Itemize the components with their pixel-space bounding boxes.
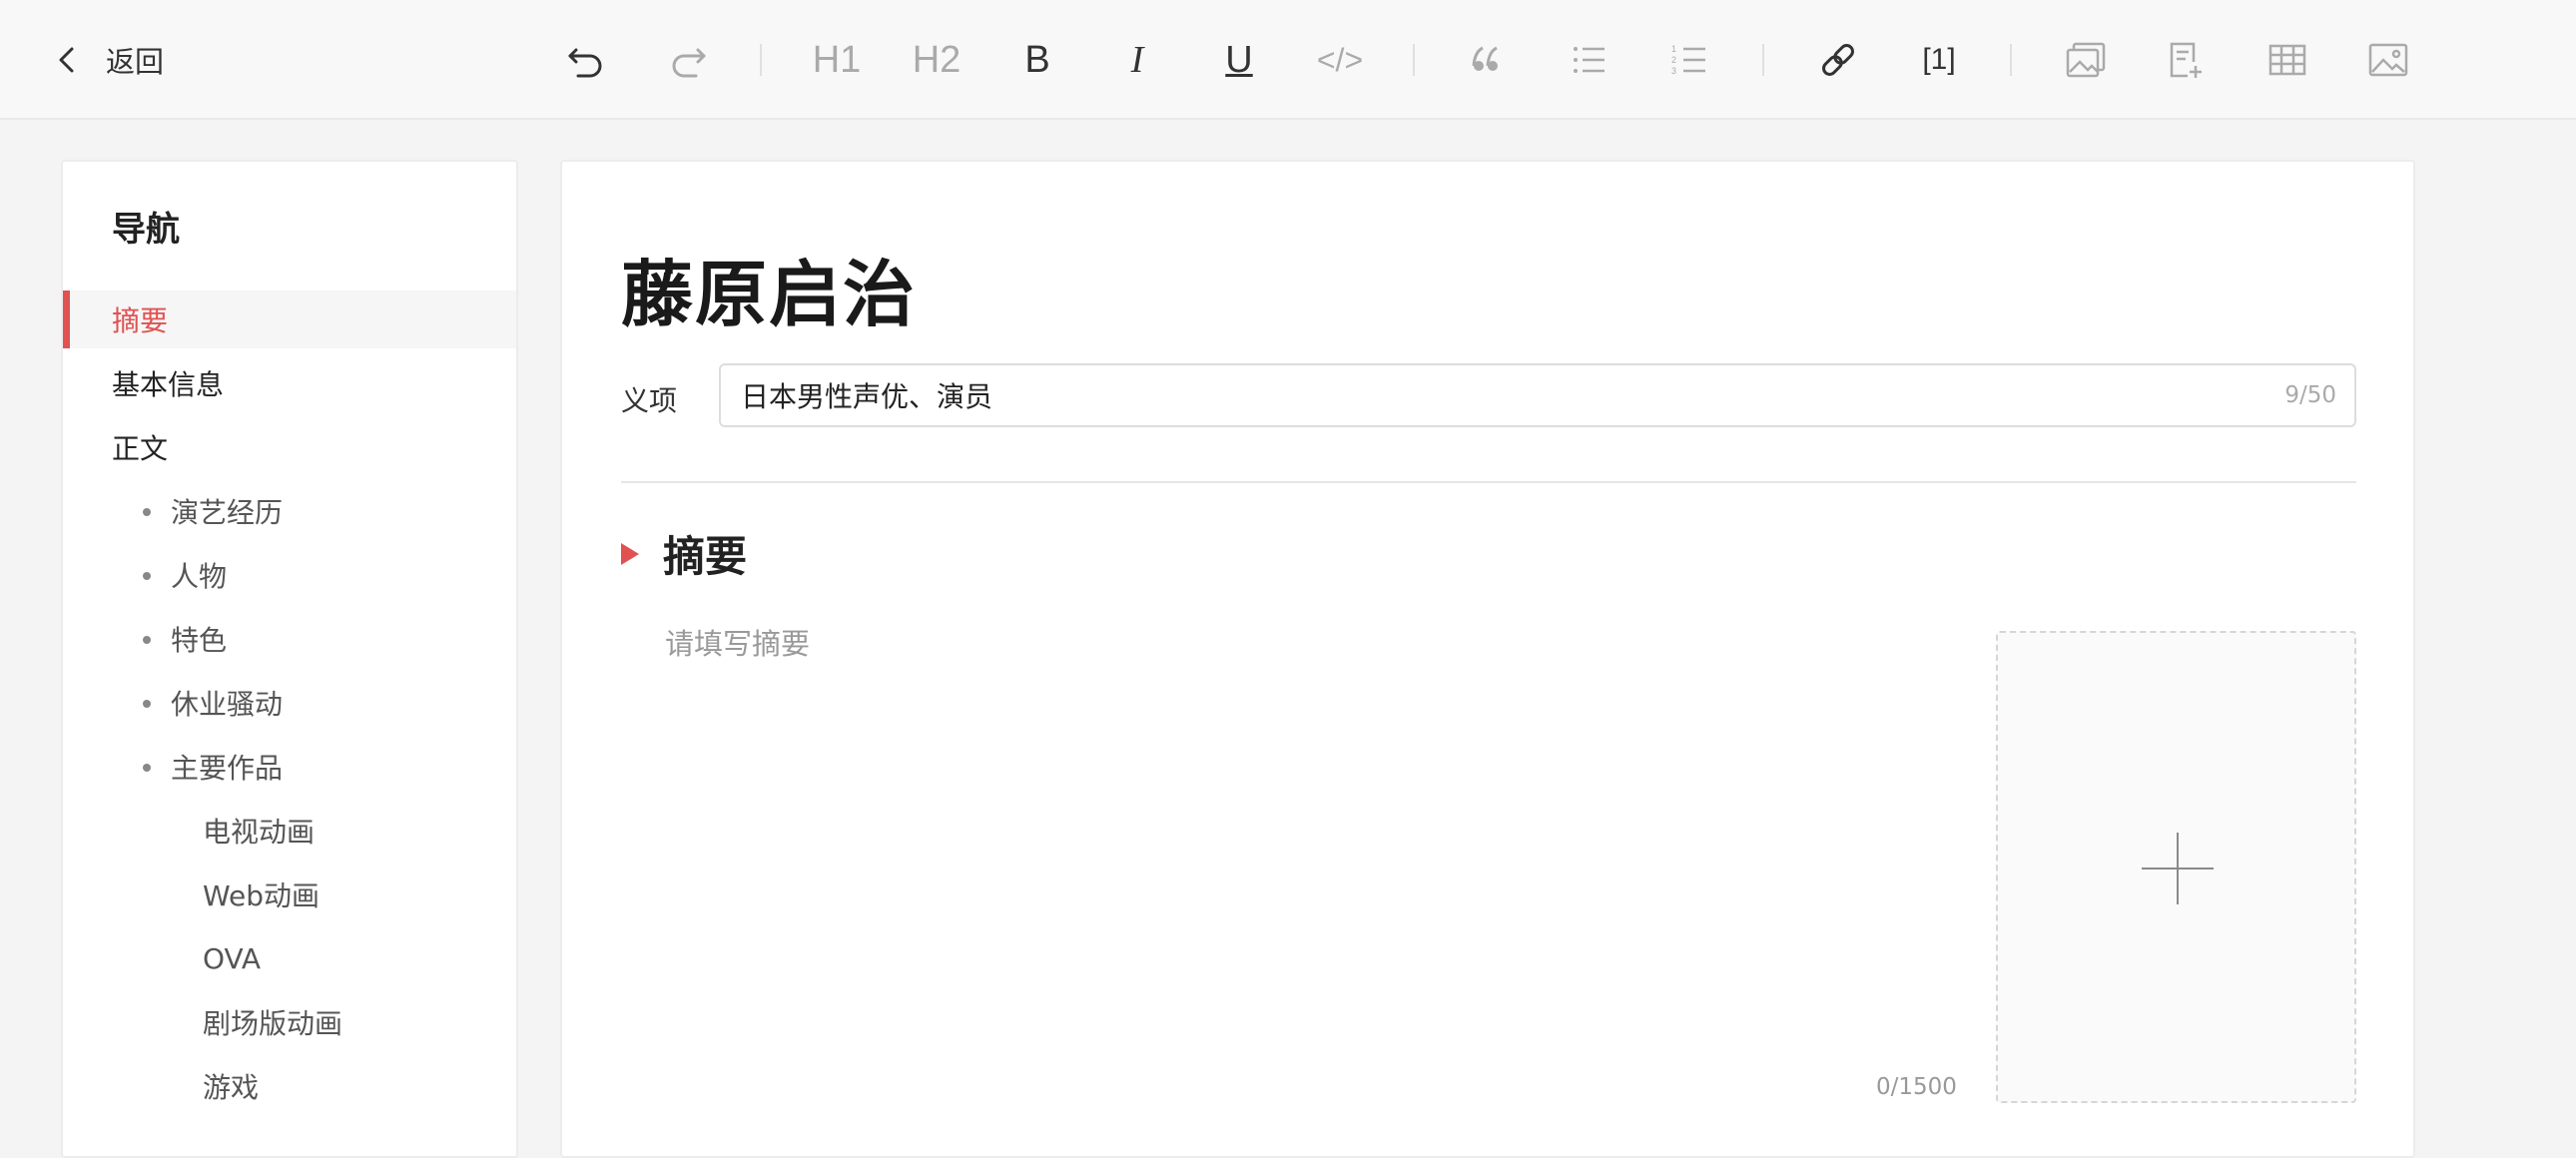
page-title: 藤原启治 [621, 253, 918, 336]
underline-button[interactable]: U [1209, 30, 1269, 90]
sidebar-item-label: Web动画 [203, 879, 321, 912]
quote-button[interactable] [1457, 30, 1517, 90]
back-button[interactable]: 返回 [50, 0, 164, 120]
sidebar-item-summary[interactable]: 摘要 [63, 290, 516, 348]
sidebar-item-career[interactable]: 演艺经历 [63, 482, 516, 540]
summary-heading-label: 摘要 [663, 532, 748, 581]
summary-textarea[interactable] [665, 621, 2003, 1100]
image-icon [2368, 43, 2408, 77]
sidebar-item-label: OVA [203, 941, 262, 975]
toolbar-separator [2010, 44, 2012, 76]
album-icon [2066, 42, 2106, 78]
link-button[interactable] [1808, 30, 1868, 90]
toolbar-separator [760, 44, 762, 76]
sidebar-item-label: 摘要 [112, 304, 169, 337]
footnote-button[interactable]: [1] [1909, 30, 1969, 90]
sense-input[interactable] [741, 365, 2239, 425]
sidebar-item-label: 游戏 [203, 1071, 260, 1104]
footnote-icon: [1] [1922, 43, 1956, 76]
image-upload-box[interactable] [1996, 631, 2356, 1103]
heading1-icon: H1 [812, 38, 862, 81]
svg-text:1: 1 [1671, 44, 1676, 54]
redo-button[interactable] [658, 30, 718, 90]
bold-icon: B [1024, 38, 1050, 81]
code-icon: </> [1316, 41, 1364, 78]
document-add-icon [2170, 42, 2202, 78]
sidebar-item-person[interactable]: 人物 [63, 546, 516, 604]
sidebar-item-works[interactable]: 主要作品 [63, 738, 516, 796]
code-button[interactable]: </> [1310, 30, 1370, 90]
sidebar-item-movie-anime[interactable]: 剧场版动画 [63, 993, 516, 1051]
heading1-button[interactable]: H1 [807, 30, 867, 90]
undo-icon [568, 48, 602, 78]
sidebar-item-label: 基本信息 [112, 368, 225, 401]
bullet-list-button[interactable] [1559, 30, 1618, 90]
sidebar-item-web-anime[interactable]: Web动画 [63, 866, 516, 923]
editor-toolbar: 返回 H1 H2 B I U </> 1 2 3 [1] [0, 0, 2576, 120]
insert-doc-button[interactable] [2156, 30, 2216, 90]
link-icon [1822, 44, 1854, 76]
sidebar-item-label: 剧场版动画 [203, 1007, 343, 1040]
sidebar-item-tv-anime[interactable]: 电视动画 [63, 802, 516, 860]
undo-button[interactable] [556, 30, 616, 90]
italic-icon: I [1130, 39, 1144, 81]
sidebar-item-label: 电视动画 [203, 816, 316, 849]
italic-button[interactable]: I [1107, 30, 1167, 90]
sidebar-item-ova[interactable]: OVA [63, 929, 516, 987]
sidebar-item-hiatus[interactable]: 休业骚动 [63, 674, 516, 732]
summary-char-counter: 0/1500 [1876, 1074, 1957, 1100]
toolbar-separator [1413, 44, 1415, 76]
album-button[interactable] [2056, 30, 2116, 90]
sidebar-title: 导航 [112, 210, 180, 250]
heading2-icon: H2 [912, 38, 962, 81]
table-button[interactable] [2257, 30, 2317, 90]
sense-field: 9/50 [719, 363, 2356, 427]
quote-icon [1472, 46, 1498, 71]
triangle-marker-icon [621, 542, 639, 565]
ordered-list-icon: 1 2 3 [1671, 44, 1705, 76]
sidebar-item-label: 主要作品 [171, 752, 284, 785]
redo-icon [672, 48, 706, 78]
sidebar-item-basic-info[interactable]: 基本信息 [63, 354, 516, 412]
summary-section-heading: 摘要 [621, 523, 747, 584]
sidebar-item-label: 正文 [112, 432, 169, 465]
toolbar-separator [1762, 44, 1764, 76]
navigation-sidebar: 导航 摘要 基本信息 正文 演艺经历 人物 特色 休业骚动 主要作品 电视动画 … [61, 160, 518, 1158]
table-icon [2268, 44, 2306, 76]
chevron-left-icon [59, 47, 74, 73]
plus-icon [2177, 833, 2179, 904]
sidebar-item-body[interactable]: 正文 [63, 418, 516, 476]
image-button[interactable] [2358, 30, 2418, 90]
svg-text:2: 2 [1671, 55, 1676, 65]
sidebar-item-features[interactable]: 特色 [63, 610, 516, 668]
ordered-list-button[interactable]: 1 2 3 [1659, 30, 1719, 90]
heading2-button[interactable]: H2 [907, 30, 966, 90]
sense-char-counter: 9/50 [2284, 382, 2336, 408]
svg-text:3: 3 [1671, 66, 1676, 76]
sidebar-item-label: 休业骚动 [171, 688, 284, 721]
divider [621, 481, 2356, 483]
sidebar-item-label: 特色 [171, 624, 228, 657]
sidebar-item-label: 人物 [171, 560, 228, 593]
sidebar-item-label: 演艺经历 [171, 496, 284, 529]
back-label: 返回 [106, 45, 165, 79]
bullet-list-icon [1574, 47, 1605, 73]
sense-label: 义项 [621, 384, 678, 417]
editor-panel: 藤原启治 义项 9/50 摘要 0/1500 [560, 160, 2415, 1158]
sidebar-item-games[interactable]: 游戏 [63, 1057, 516, 1115]
underline-icon: U [1225, 38, 1253, 81]
bold-button[interactable]: B [1007, 30, 1067, 90]
